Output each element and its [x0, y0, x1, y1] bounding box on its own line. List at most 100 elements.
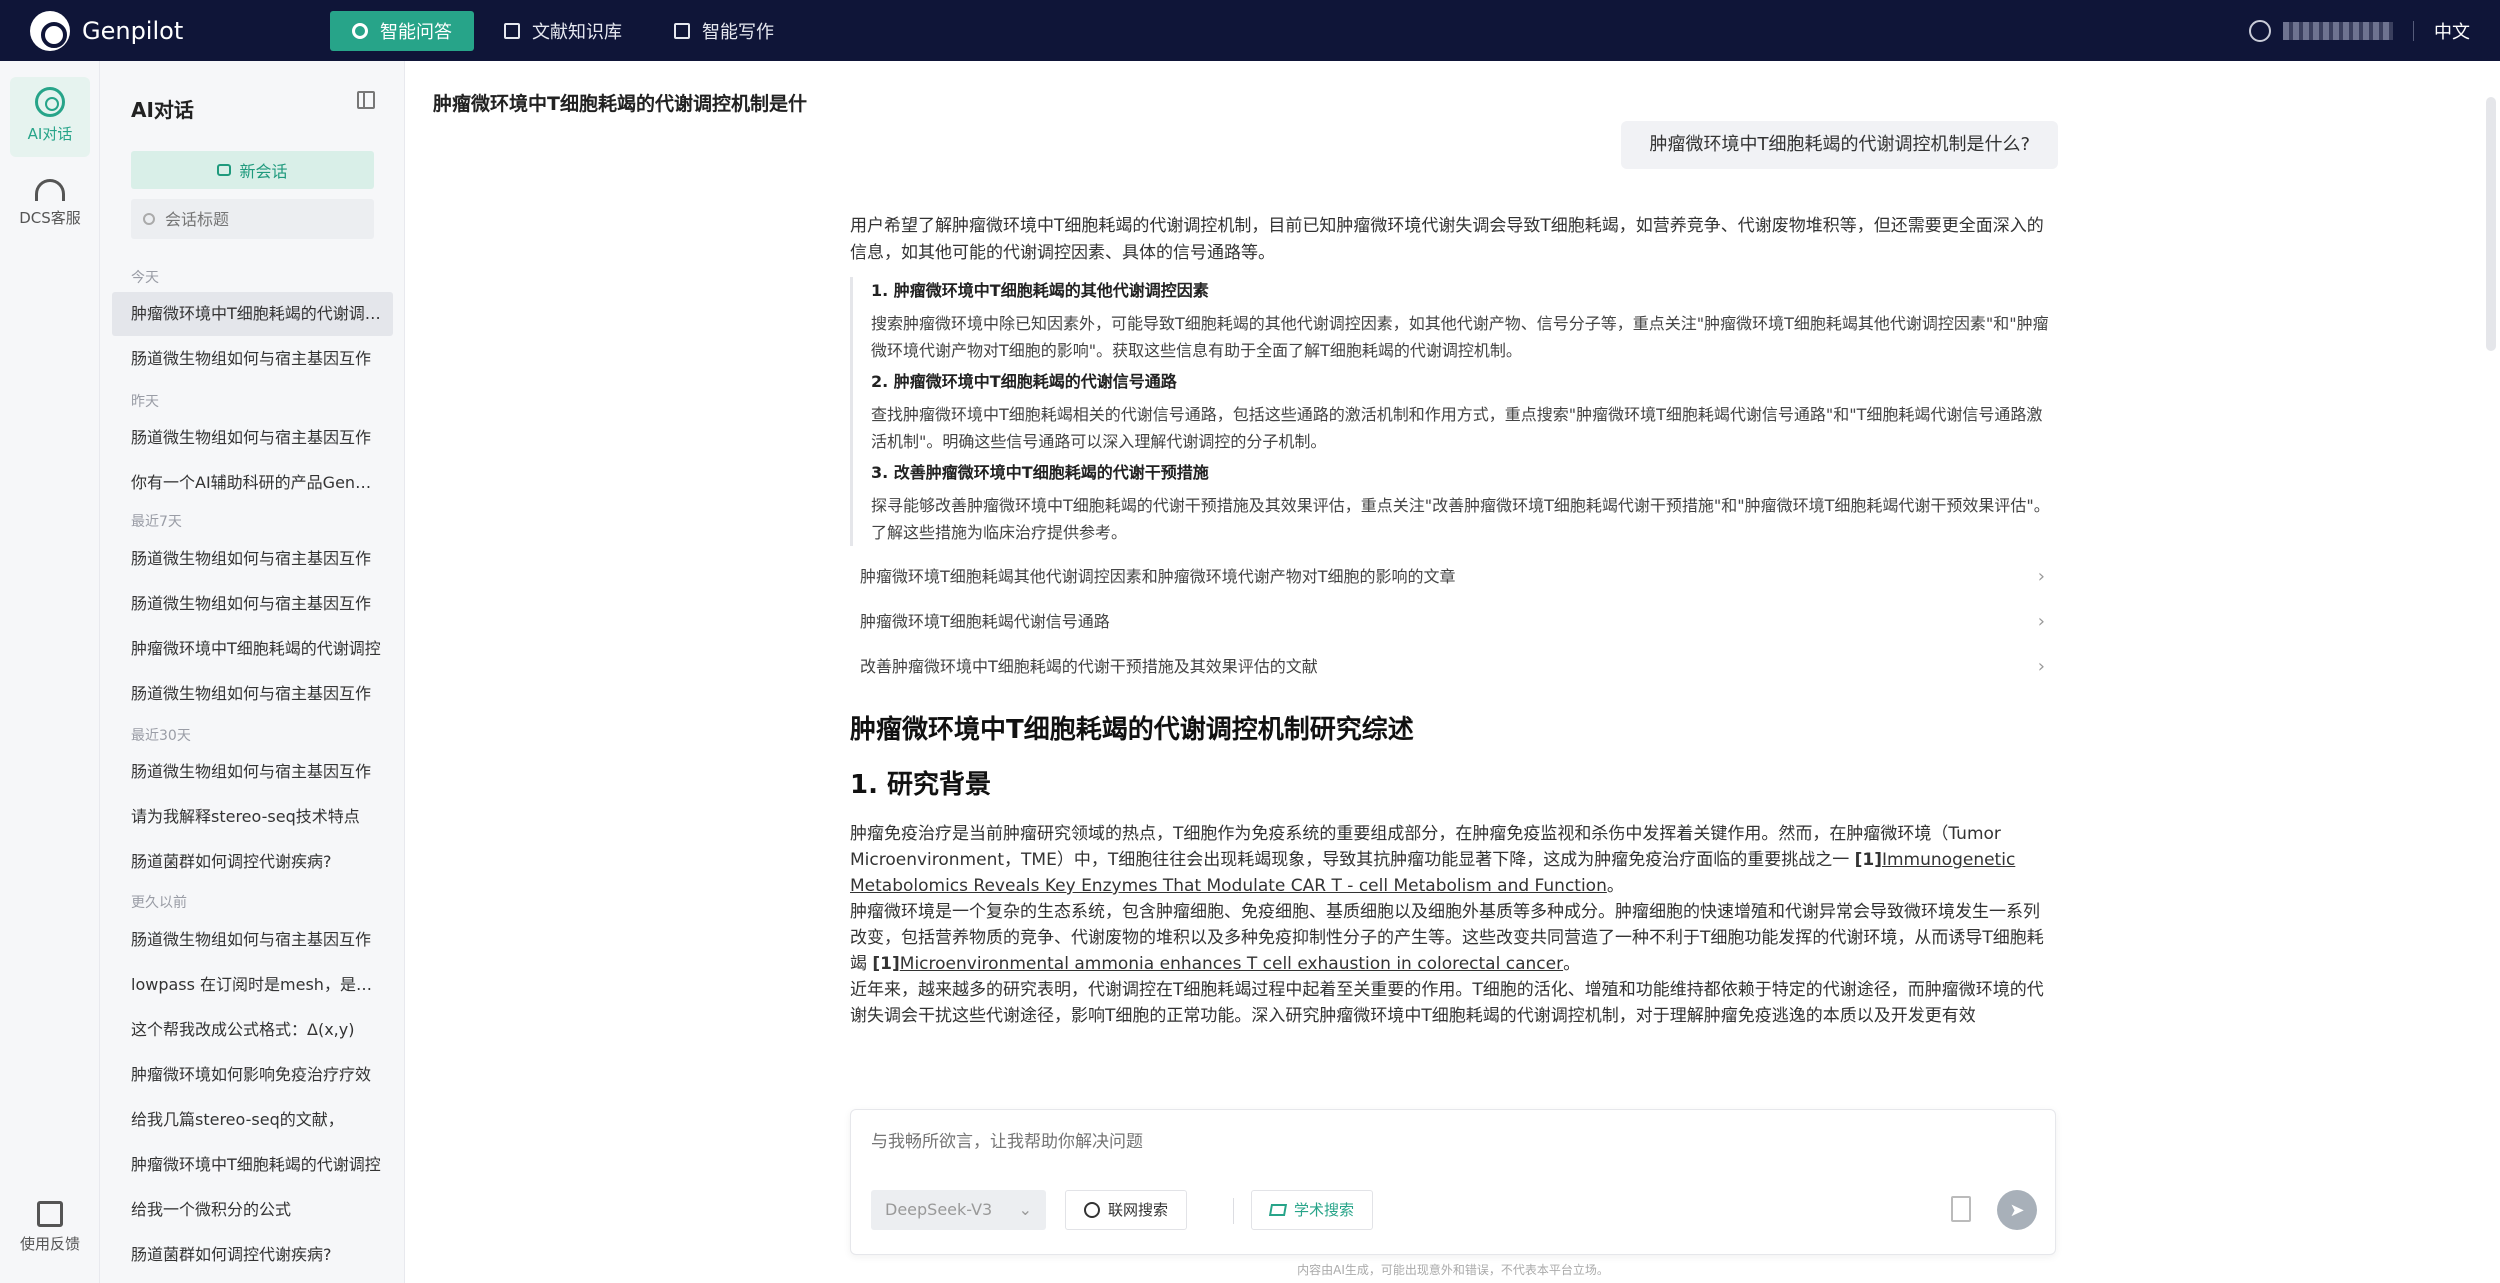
- nav-label: 文献知识库: [532, 21, 622, 43]
- history-item[interactable]: 肠道微生物组如何与宿主基因互作: [112, 672, 393, 716]
- search-plan: 1. 肿瘤微环境中T细胞耗竭的其他代谢调控因素 搜索肿瘤微环境中除已知因素外，可…: [850, 277, 2055, 546]
- scrollbar[interactable]: [2486, 97, 2496, 351]
- feedback-icon: [37, 1201, 63, 1227]
- report-paragraph: 近年来，越来越多的研究表明，代谢调控在T细胞耗竭过程中起着至关重要的作用。T细胞…: [850, 977, 2055, 1029]
- citation-number[interactable]: [1]: [1855, 850, 1882, 870]
- group-label-today: 今天: [131, 270, 159, 286]
- pen-icon: [674, 22, 690, 39]
- group-label-yesterday: 昨天: [131, 394, 159, 410]
- search-result-item[interactable]: 肿瘤微环境T细胞耗竭其他代谢调控因素和肿瘤微环境代谢产物对T细胞的影响的文章 ›: [850, 554, 2055, 599]
- paragraph-text: 肿瘤免疫治疗是当前肿瘤研究领域的热点，T细胞作为免疫系统的重要组成部分，在肿瘤免…: [850, 824, 2001, 870]
- brand[interactable]: Genpilot: [30, 10, 330, 51]
- history-item[interactable]: 肠道菌群如何调控代谢疾病?: [112, 840, 393, 884]
- main-nav: 智能问答 文献知识库 智能写作: [330, 0, 804, 61]
- ai-chat-icon: [35, 87, 65, 117]
- send-icon: ➤: [2009, 1199, 2025, 1221]
- history-item[interactable]: lowpass 在订阅时是mesh，是什么: [112, 963, 393, 1007]
- plan-text: 查找肿瘤微环境中T细胞耗竭相关的代谢信号通路，包括这些通路的激活机制和作用方式，…: [871, 405, 2043, 451]
- nav-smart-writing[interactable]: 智能写作: [652, 11, 796, 51]
- report-paragraph: 肿瘤微环境是一个复杂的生态系统，包含肿瘤细胞、免疫细胞、基质细胞以及细胞外基质等…: [850, 899, 2055, 977]
- plan-heading: 3. 改善肿瘤微环境中T细胞耗竭的代谢干预措施: [871, 463, 1209, 482]
- history-item[interactable]: 这个帮我改成公式格式：Δ(x,y): [112, 1008, 393, 1052]
- rail-feedback[interactable]: 使用反馈: [10, 1191, 90, 1271]
- conversation-sidebar: AI对话 新会话 今天 肿瘤微环境中T细胞耗竭的代谢调控机制是什么？ 肠道微生物…: [100, 61, 405, 1283]
- citation-link[interactable]: Microenvironmental ammonia enhances T ce…: [900, 954, 1563, 974]
- report-title: 肿瘤微环境中T细胞耗竭的代谢调控机制研究综述: [850, 715, 1414, 745]
- nav-literature-library[interactable]: 文献知识库: [482, 11, 644, 51]
- history-item[interactable]: 肠道菌群如何调控代谢疾病?: [112, 1233, 393, 1277]
- search-result-label: 改善肿瘤微环境中T细胞耗竭的代谢干预措施及其效果评估的文献: [860, 657, 1318, 676]
- conversation-title: 肿瘤微环境中T细胞耗竭的代谢调控机制是什: [433, 93, 807, 115]
- history-item[interactable]: 你有一个AI辅助科研的产品Genpilot: [112, 461, 393, 505]
- attach-file-icon[interactable]: [1951, 1196, 1971, 1222]
- history-item[interactable]: 请为我解释stereo-seq技术特点: [112, 795, 393, 839]
- history-item[interactable]: 给我几篇stereo-seq的文献，: [112, 1098, 393, 1142]
- citation-number[interactable]: [1]: [872, 954, 899, 974]
- search-result-item[interactable]: 改善肿瘤微环境中T细胞耗竭的代谢干预措施及其效果评估的文献 ›: [850, 644, 2055, 689]
- history-item[interactable]: 肿瘤微环境中T细胞耗竭的代谢调控: [112, 1143, 393, 1187]
- web-search-button[interactable]: 联网搜索: [1065, 1190, 1188, 1230]
- history-item[interactable]: 肿瘤微环境中T细胞耗竭的代谢调控: [112, 627, 393, 671]
- group-label-older: 更久以前: [131, 895, 187, 911]
- language-switch[interactable]: 中文: [2434, 18, 2470, 44]
- history-item[interactable]: 肿瘤微环境如何影响免疫治疗疗效: [112, 1053, 393, 1097]
- chevron-down-icon: ⌄: [1018, 1200, 1032, 1219]
- history-item[interactable]: 肠道微生物组如何与宿主基因互作: [112, 537, 393, 581]
- history-item[interactable]: 给我一个微积分的公式: [112, 1188, 393, 1232]
- top-navigation-bar: Genpilot 智能问答 文献知识库 智能写作 中文: [0, 0, 2500, 61]
- gear-icon: [352, 22, 368, 39]
- group-label-last30days: 最近30天: [131, 728, 191, 744]
- send-button[interactable]: ➤: [1997, 1190, 2037, 1230]
- web-search-label: 联网搜索: [1108, 1201, 1169, 1219]
- section-title: 1. 研究背景: [850, 770, 992, 800]
- new-chat-label: 新会话: [239, 162, 288, 181]
- plan-heading: 1. 肿瘤微环境中T细胞耗竭的其他代谢调控因素: [871, 281, 1209, 300]
- rail-dcs-support[interactable]: DCS客服: [10, 169, 90, 249]
- answer-intro: 用户希望了解肿瘤微环境中T细胞耗竭的代谢调控机制，目前已知肿瘤微环境代谢失调会导…: [850, 216, 2044, 263]
- history-item[interactable]: 肠道微生物组如何与宿主基因互作: [112, 416, 393, 460]
- rail-label: AI对话: [27, 125, 73, 143]
- rail-ai-chat[interactable]: AI对话: [10, 77, 90, 157]
- message-composer: DeepSeek-V3 ⌄ 联网搜索 学术搜索 ➤: [850, 1109, 2056, 1255]
- globe-icon: [1084, 1202, 1100, 1218]
- academic-search-label: 学术搜索: [1294, 1201, 1355, 1219]
- divider: [2413, 20, 2414, 41]
- headset-icon: [35, 179, 65, 201]
- search-result-label: 肿瘤微环境T细胞耗竭代谢信号通路: [860, 612, 1110, 631]
- report-paragraph: 肿瘤免疫治疗是当前肿瘤研究领域的热点，T细胞作为免疫系统的重要组成部分，在肿瘤免…: [850, 821, 2055, 899]
- assistant-answer: 用户希望了解肿瘤微环境中T细胞耗竭的代谢调控机制，目前已知肿瘤微环境代谢失调会导…: [850, 213, 2055, 1123]
- academic-search-button[interactable]: 学术搜索: [1251, 1190, 1374, 1230]
- paragraph-end: 。: [1606, 876, 1624, 896]
- new-chat-button[interactable]: 新会话: [131, 151, 374, 189]
- user-message-bubble: 肿瘤微环境中T细胞耗竭的代谢调控机制是什么?: [1621, 121, 2058, 169]
- nav-smart-qa[interactable]: 智能问答: [330, 10, 474, 51]
- rail-label: 使用反馈: [19, 1235, 80, 1253]
- user-name-blurred[interactable]: [2283, 21, 2393, 40]
- history-item[interactable]: 肿瘤微环境中T细胞耗竭的代谢调控机制是什么？: [112, 292, 393, 336]
- plan-heading: 2. 肿瘤微环境中T细胞耗竭的代谢信号通路: [871, 372, 1177, 391]
- search-icon: [143, 213, 155, 225]
- topbar-right: 中文: [2249, 18, 2470, 44]
- model-select-value: DeepSeek-V3: [885, 1200, 993, 1219]
- history-item[interactable]: 肠道微生物组如何与宿主基因互作: [112, 750, 393, 794]
- left-rail: AI对话 DCS客服 使用反馈: [0, 61, 100, 1283]
- chat-main: 肿瘤微环境中T细胞耗竭的代谢调控机制是什 肿瘤微环境中T细胞耗竭的代谢调控机制是…: [406, 61, 2500, 1283]
- history-item[interactable]: 肠道微生物组如何与宿主基因互作: [112, 582, 393, 626]
- brand-name: Genpilot: [82, 16, 184, 45]
- message-input[interactable]: [871, 1132, 2031, 1152]
- conversation-search-input[interactable]: [131, 199, 374, 239]
- plan-text: 探寻能够改善肿瘤微环境中T细胞耗竭的代谢干预措施及其效果评估，重点关注"改善肿瘤…: [871, 496, 2050, 542]
- chevron-right-icon: ›: [2037, 566, 2045, 587]
- model-select[interactable]: DeepSeek-V3 ⌄: [871, 1190, 1046, 1230]
- nav-label: 智能写作: [702, 21, 774, 43]
- sidebar-title: AI对话: [131, 98, 194, 122]
- ai-disclaimer: 内容由AI生成，可能出现意外和错误，不代表本平台立场。: [1297, 1263, 1609, 1277]
- group-label-last7days: 最近7天: [131, 514, 182, 530]
- history-item[interactable]: 肠道微生物组如何与宿主基因互作: [112, 337, 393, 381]
- plan-text: 搜索肿瘤微环境中除已知因素外，可能导致T细胞耗竭的其他代谢调控因素，如其他代谢产…: [871, 314, 2049, 360]
- history-item[interactable]: 肠道微生物组如何与宿主基因互作: [112, 918, 393, 962]
- search-result-item[interactable]: 肿瘤微环境T细胞耗竭代谢信号通路 ›: [850, 599, 2055, 644]
- collapse-sidebar-icon[interactable]: [357, 91, 375, 109]
- user-icon[interactable]: [2249, 19, 2271, 42]
- paragraph-text: 近年来，越来越多的研究表明，代谢调控在T细胞耗竭过程中起着至关重要的作用。T细胞…: [850, 980, 2044, 1026]
